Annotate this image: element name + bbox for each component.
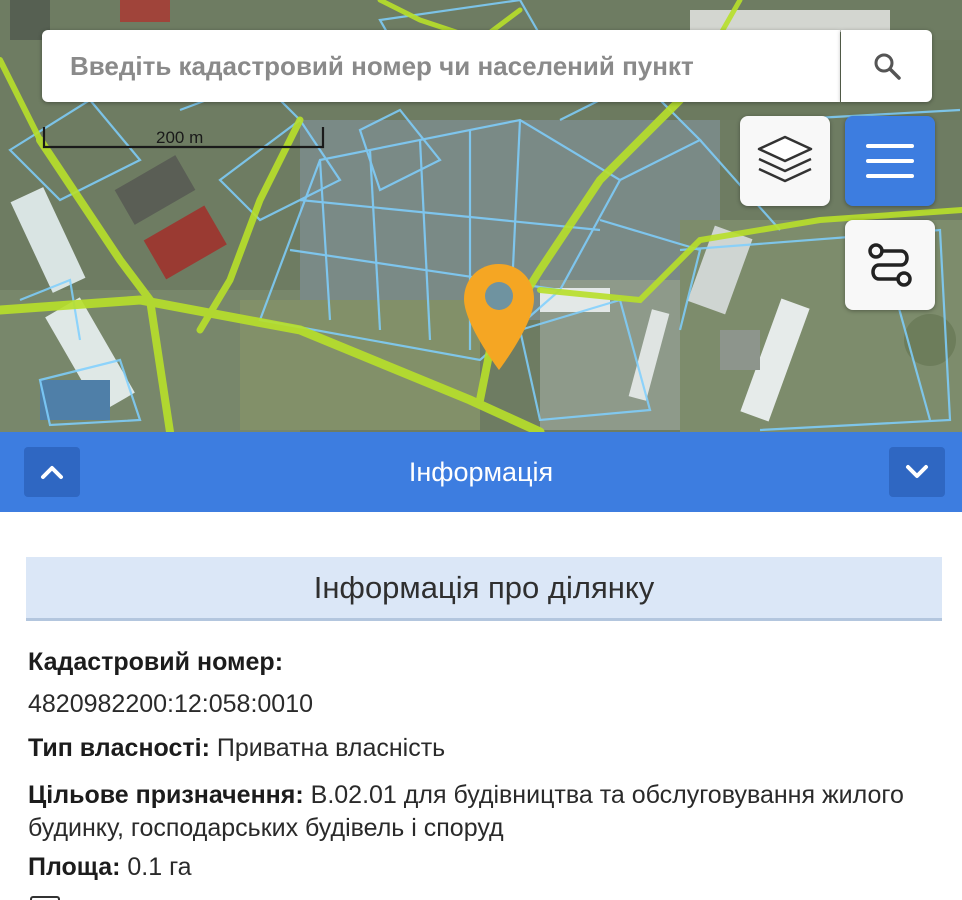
ownership-type-field: Тип власності: Приватна власність [28, 732, 445, 765]
area-label: Площа: [28, 853, 121, 881]
search-button[interactable] [841, 30, 932, 102]
area-value: 0.1 га [127, 853, 192, 881]
route-button[interactable] [845, 220, 935, 310]
panel-header: Інформація про ділянку [26, 557, 942, 621]
layers-icon [757, 135, 813, 183]
search-box [42, 30, 840, 102]
cadastral-number-value: 4820982200:12:058:0010 [28, 690, 314, 718]
parcel-info-panel: Інформація про ділянку Кадастровий номер… [0, 512, 962, 900]
search-icon [874, 53, 901, 80]
cadastral-label-text: Кадастровий номер: [28, 648, 284, 676]
collapse-panel-button[interactable] [24, 447, 80, 497]
purpose-label: Цільове призначення: [28, 781, 304, 809]
cadastral-number-label: Кадастровий номер: [28, 646, 283, 679]
chevron-up-icon [41, 466, 63, 479]
ownership-value: Приватна власність [216, 734, 446, 762]
scale-label: 200 m [156, 128, 204, 147]
expand-panel-button[interactable] [889, 447, 945, 497]
layers-button[interactable] [740, 116, 830, 206]
ownership-label: Тип власності: [28, 734, 210, 762]
route-icon [868, 243, 912, 287]
location-pin-icon[interactable] [461, 262, 537, 374]
purpose-field: Цільове призначення: В.02.01 для будівни… [28, 779, 938, 845]
search-input[interactable] [42, 30, 840, 102]
area-field: Площа: 0.1 га [28, 851, 192, 884]
info-bar: Інформація [0, 432, 962, 512]
menu-button[interactable] [845, 116, 935, 206]
info-bar-title: Інформація [408, 457, 554, 487]
checkbox[interactable] [30, 896, 60, 900]
chevron-down-icon [906, 465, 928, 478]
hamburger-menu-icon [866, 144, 914, 178]
